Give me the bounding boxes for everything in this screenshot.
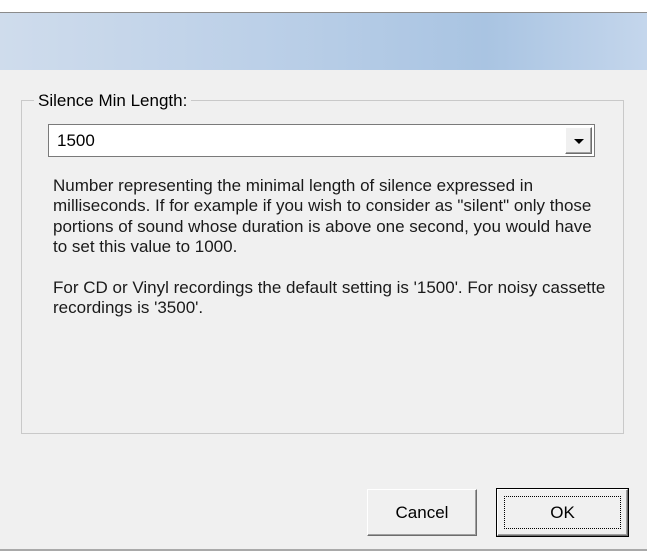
description-paragraph: Number representing the minimal length o…: [53, 176, 592, 257]
below-window-area: [0, 551, 647, 558]
ok-button[interactable]: OK: [496, 488, 629, 537]
description-paragraph: For CD or Vinyl recordings the default s…: [53, 277, 606, 318]
description: Number representing the minimal length o…: [53, 176, 608, 338]
title-bar[interactable]: [0, 13, 647, 70]
dropdown-button[interactable]: [565, 127, 592, 154]
dialog-window: Silence Min Length: 1500 Number represen…: [0, 0, 647, 558]
chevron-down-icon: [574, 139, 584, 144]
cancel-button[interactable]: Cancel: [367, 489, 477, 536]
combo-value: 1500: [57, 131, 95, 150]
focus-rectangle: [504, 496, 621, 529]
group-label: Silence Min Length:: [34, 92, 192, 110]
silence-min-length-combo[interactable]: 1500: [48, 124, 595, 157]
